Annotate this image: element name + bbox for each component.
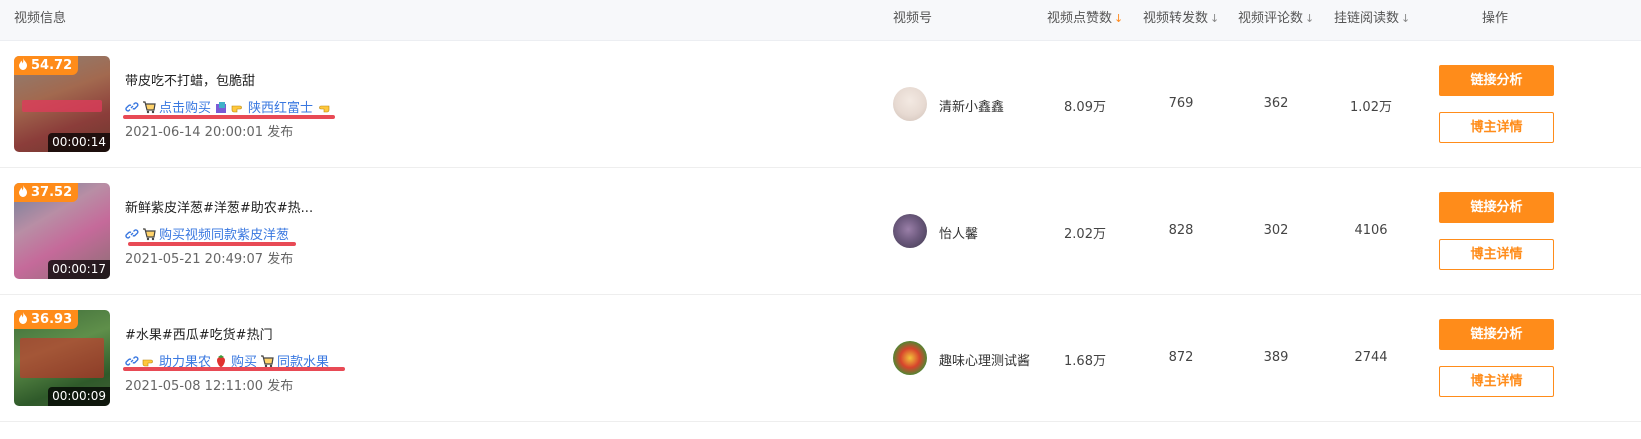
- link-analysis-button[interactable]: 链接分析: [1439, 319, 1554, 350]
- video-thumbnail[interactable]: 37.52 00:00:17: [14, 183, 110, 279]
- heat-value: 37.52: [31, 185, 73, 200]
- pointing-hand-icon: [142, 359, 153, 366]
- product-link[interactable]: 购买视频同款紫皮洋葱: [125, 224, 289, 243]
- table-row: 37.52 00:00:17 新鲜紫皮洋葱#洋葱#助农#热... 购买视频同款紫…: [0, 168, 1641, 295]
- video-duration: 00:00:09: [48, 387, 110, 406]
- publish-time: 2021-05-21 20:49:07 发布: [125, 252, 294, 267]
- shares-count: 872: [1168, 350, 1194, 365]
- header-link-reads-sort[interactable]: 挂链阅读数 ↓: [1334, 0, 1410, 41]
- video-title[interactable]: 新鲜紫皮洋葱#洋葱#助农#热...: [125, 197, 313, 216]
- link-icon: [125, 101, 139, 112]
- sort-arrow-icon: ↓: [1401, 12, 1411, 25]
- video-thumbnail[interactable]: 36.93 00:00:09: [14, 310, 110, 406]
- strawberry-icon: [217, 354, 226, 367]
- cart-icon: [143, 100, 156, 113]
- likes-count: 1.68万: [1064, 354, 1106, 369]
- header-actions: 操作: [1482, 11, 1509, 26]
- account-name[interactable]: 清新小鑫鑫: [939, 96, 1004, 115]
- shares-count: 828: [1168, 223, 1194, 238]
- table-row: 54.72 00:00:14 带皮吃不打蜡，包脆甜 点击购买 陕西红富士 202…: [0, 41, 1641, 168]
- account-name[interactable]: 趣味心理测试酱: [939, 350, 1030, 369]
- link-text-product: 陕西红富士: [248, 101, 314, 116]
- video-duration: 00:00:14: [48, 133, 110, 152]
- publish-time: 2021-06-14 20:00:01 发布: [125, 125, 294, 140]
- fire-icon: [19, 312, 27, 324]
- header-shares-label: 视频转发数: [1143, 11, 1209, 26]
- account-avatar[interactable]: [893, 87, 927, 121]
- header-likes-sort[interactable]: 视频点赞数 ↓: [1047, 0, 1123, 41]
- sort-arrow-icon: ↓: [1210, 12, 1220, 25]
- likes-count: 8.09万: [1064, 100, 1106, 115]
- link-analysis-button[interactable]: 链接分析: [1439, 192, 1554, 223]
- comments-count: 389: [1263, 350, 1289, 365]
- header-comments-sort[interactable]: 视频评论数 ↓: [1238, 0, 1314, 41]
- account-name[interactable]: 怡人馨: [939, 223, 978, 242]
- header-link-reads-label: 挂链阅读数: [1334, 11, 1400, 26]
- account-avatar[interactable]: [893, 214, 927, 248]
- video-thumbnail[interactable]: 54.72 00:00:14: [14, 56, 110, 152]
- publish-time: 2021-05-08 12:11:00 发布: [125, 379, 294, 394]
- pointing-hand-icon: [319, 105, 330, 112]
- account-avatar[interactable]: [893, 341, 927, 375]
- sort-arrow-icon: ↓: [1305, 12, 1315, 25]
- link-underline: [123, 115, 335, 119]
- header-likes-label: 视频点赞数: [1047, 11, 1113, 26]
- shares-count: 769: [1168, 96, 1194, 111]
- thumbnail-image: [22, 100, 102, 112]
- table-header: 视频信息 视频号 视频点赞数 ↓ 视频转发数 ↓ 视频评论数 ↓ 挂链阅读数 ↓ 操作: [0, 0, 1641, 41]
- link-underline: [123, 367, 345, 371]
- header-video-info: 视频信息: [14, 11, 67, 26]
- blogger-detail-button[interactable]: 博主详情: [1439, 239, 1554, 270]
- cart-icon: [143, 227, 156, 240]
- link-icon: [125, 355, 139, 366]
- video-title[interactable]: 带皮吃不打蜡，包脆甜: [125, 70, 255, 89]
- video-title[interactable]: #水果#西瓜#吃货#热门: [125, 324, 273, 343]
- link-analysis-button[interactable]: 链接分析: [1439, 65, 1554, 96]
- header-shares-sort[interactable]: 视频转发数 ↓: [1143, 0, 1219, 41]
- heat-badge: 36.93: [14, 310, 79, 329]
- link-reads-count: 1.02万: [1350, 100, 1392, 115]
- video-duration: 00:00:17: [48, 260, 110, 279]
- comments-count: 362: [1263, 96, 1289, 111]
- sort-arrow-icon: ↓: [1114, 12, 1124, 25]
- product-link[interactable]: 点击购买 陕西红富士: [125, 97, 330, 116]
- header-comments-label: 视频评论数: [1238, 11, 1304, 26]
- blogger-detail-button[interactable]: 博主详情: [1439, 366, 1554, 397]
- pointing-hand-icon: [231, 105, 242, 112]
- shopping-bag-icon: [216, 101, 227, 113]
- header-account: 视频号: [893, 11, 933, 26]
- cart-icon: [261, 354, 274, 367]
- comments-count: 302: [1263, 223, 1289, 238]
- heat-value: 54.72: [31, 58, 73, 73]
- heat-value: 36.93: [31, 312, 73, 327]
- fire-icon: [19, 58, 27, 70]
- link-reads-count: 4106: [1354, 223, 1388, 238]
- link-reads-count: 2744: [1354, 350, 1388, 365]
- table-row: 36.93 00:00:09 #水果#西瓜#吃货#热门 助力果农 购买 同款水果…: [0, 295, 1641, 422]
- heat-badge: 37.52: [14, 183, 79, 202]
- link-icon: [125, 228, 139, 239]
- link-text-product: 购买视频同款紫皮洋葱: [159, 228, 290, 243]
- heat-badge: 54.72: [14, 56, 79, 75]
- blogger-detail-button[interactable]: 博主详情: [1439, 112, 1554, 143]
- link-text-buy: 点击购买: [159, 101, 212, 116]
- likes-count: 2.02万: [1064, 227, 1106, 242]
- thumbnail-image: [20, 338, 104, 378]
- fire-icon: [19, 185, 27, 197]
- link-underline: [128, 242, 296, 246]
